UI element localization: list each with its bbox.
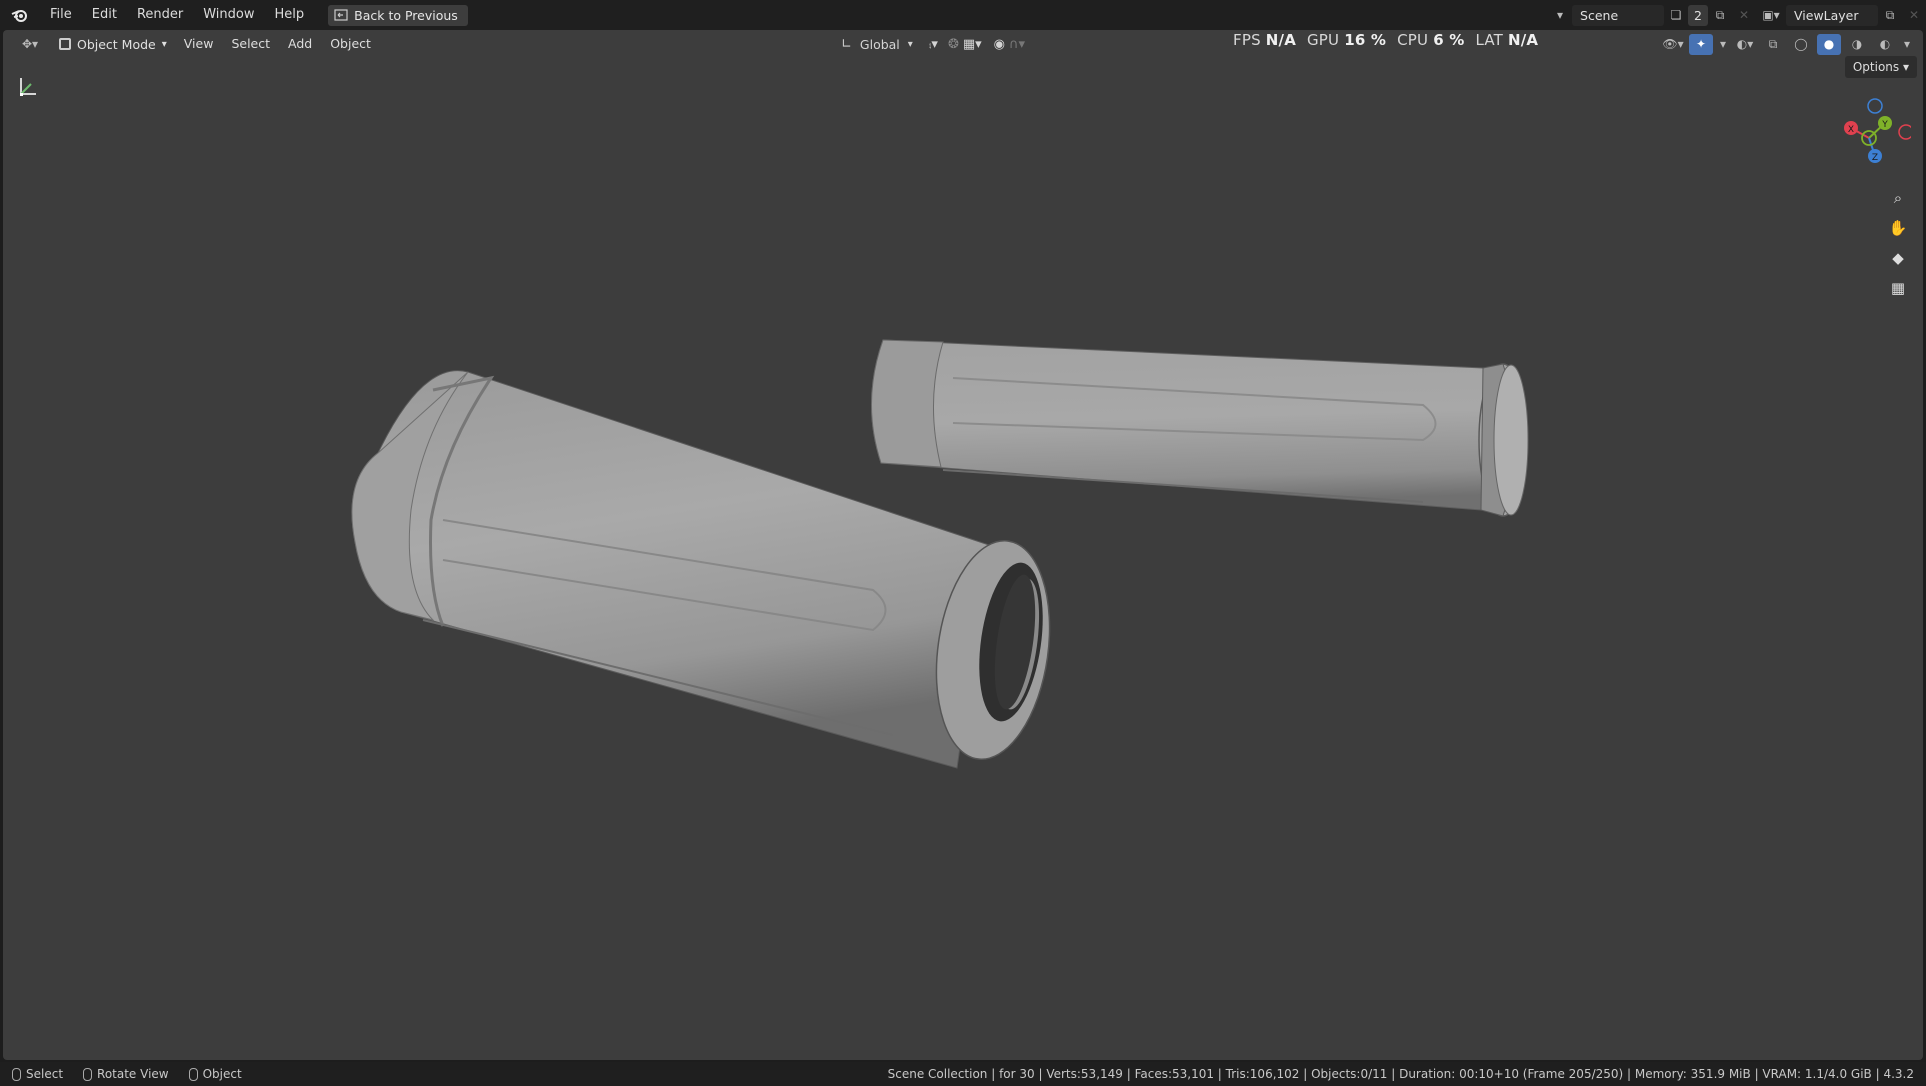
status-object-hint: Object bbox=[177, 1067, 250, 1081]
viewport-scene bbox=[351, 339, 1529, 769]
mouse-right-icon bbox=[188, 1067, 198, 1081]
workspace-controls: ▾ Scene ❏ 2 ⧉ ✕ ▣▾ ViewLayer ⧉ ✕ bbox=[1548, 0, 1926, 30]
scene-statistics: Scene Collection | for 30 | Verts:53,149… bbox=[887, 1067, 1914, 1081]
material-shading-icon[interactable]: ◑ bbox=[1845, 34, 1869, 55]
pan-hand-icon[interactable]: ✋ bbox=[1885, 215, 1911, 241]
options-label: Options bbox=[1852, 60, 1900, 74]
viewport-display-tools: 👁▾ ✦ ▾ ◐▾ ⧉ ◯ ● ◑ ◐ ▾ bbox=[1661, 33, 1913, 55]
status-object-label: Object bbox=[202, 1067, 242, 1081]
camera-view-icon[interactable]: ◆ bbox=[1885, 245, 1911, 271]
delete-scene-icon[interactable]: ✕ bbox=[1732, 5, 1756, 26]
status-select-hint: Select bbox=[0, 1067, 71, 1081]
falloff-icon[interactable]: ∩▾ bbox=[1009, 37, 1025, 52]
tube-mesh-right[interactable] bbox=[871, 339, 1529, 517]
fps-label: FPS bbox=[1233, 31, 1261, 49]
view-layer-field[interactable]: ViewLayer bbox=[1786, 4, 1878, 26]
rendered-shading-icon[interactable]: ◐ bbox=[1873, 34, 1897, 55]
menu-edit[interactable]: Edit bbox=[82, 0, 127, 30]
proportional-edit-icon[interactable]: ◉ bbox=[994, 37, 1005, 52]
3d-viewport[interactable]: ✥▾ Object Mode ▾ View Select Add Object … bbox=[3, 30, 1923, 1060]
transform-tools: ∟ Global ▾ ⨾▾ ❂ ▦▾ ◉ ∩▾ bbox=[841, 33, 1025, 55]
blender-logo-icon[interactable] bbox=[0, 0, 40, 30]
mode-label: Object Mode bbox=[77, 36, 156, 52]
gizmo-neg-x-handle bbox=[1898, 124, 1914, 140]
lat-label: LAT bbox=[1475, 31, 1504, 49]
scene-name-field[interactable]: Scene bbox=[1572, 4, 1665, 26]
lat-value: N/A bbox=[1507, 31, 1539, 49]
editor-type-icon[interactable]: ✥▾ bbox=[15, 34, 45, 55]
back-to-previous-label: Back to Previous bbox=[354, 7, 458, 23]
xray-icon[interactable]: ⧉ bbox=[1761, 34, 1785, 55]
active-tool-icon[interactable] bbox=[17, 76, 39, 98]
gizmo-neg-z-handle bbox=[1867, 98, 1883, 114]
menu-object[interactable]: Object bbox=[321, 30, 380, 58]
gpu-label: GPU bbox=[1306, 31, 1340, 49]
chevron-down-icon: ▾ bbox=[161, 38, 167, 50]
menu-view[interactable]: View bbox=[175, 30, 223, 58]
transform-orientation-icon: ∟ bbox=[841, 36, 852, 52]
pin-icon[interactable]: ❏ bbox=[1664, 5, 1688, 26]
scene-users-count: 2 bbox=[1688, 4, 1708, 26]
menu-render[interactable]: Render bbox=[127, 0, 193, 30]
orientation-label[interactable]: Global bbox=[856, 37, 904, 52]
status-rotate-label: Rotate View bbox=[97, 1067, 169, 1081]
options-dropdown[interactable]: Options ▾ bbox=[1844, 56, 1917, 78]
cpu-label: CPU bbox=[1397, 31, 1429, 49]
new-view-layer-icon[interactable]: ⧉ bbox=[1878, 5, 1902, 26]
menu-file[interactable]: File bbox=[40, 0, 82, 30]
scene-selector-icon[interactable]: ▾ bbox=[1548, 5, 1572, 26]
menu-add[interactable]: Add bbox=[279, 30, 321, 58]
overlays-icon[interactable]: ◐▾ bbox=[1733, 34, 1757, 55]
menu-help[interactable]: Help bbox=[265, 0, 315, 30]
back-to-previous-button[interactable]: Back to Previous bbox=[328, 4, 468, 26]
wireframe-shading-icon[interactable]: ◯ bbox=[1789, 34, 1813, 55]
menu-select[interactable]: Select bbox=[222, 30, 279, 58]
gpu-value: 16 % bbox=[1344, 31, 1387, 49]
navigation-gizmo[interactable]: X Y Z bbox=[1835, 86, 1914, 176]
menu-window[interactable]: Window bbox=[193, 0, 264, 30]
pivot-icon[interactable]: ⨾▾ bbox=[929, 37, 938, 52]
orientation-chevron-icon[interactable]: ▾ bbox=[908, 39, 913, 50]
performance-overlay: FPS N/A GPU 16 % CPU 6 % LAT N/A bbox=[1233, 30, 1538, 58]
mode-selector[interactable]: Object Mode ▾ bbox=[51, 33, 175, 55]
gizmo-z-label: Z bbox=[1872, 153, 1878, 163]
perspective-toggle-icon[interactable]: ▦ bbox=[1885, 275, 1911, 301]
view-layer-name: ViewLayer bbox=[1794, 7, 1859, 23]
object-mode-icon bbox=[59, 38, 71, 50]
cpu-value: 6 % bbox=[1433, 31, 1465, 49]
delete-view-layer-icon[interactable]: ✕ bbox=[1902, 5, 1926, 26]
snap-icon[interactable]: ❂ bbox=[948, 37, 959, 52]
scene-name: Scene bbox=[1580, 7, 1619, 23]
gizmo-x-label: X bbox=[1848, 125, 1854, 135]
fps-value: N/A bbox=[1265, 31, 1297, 49]
visibility-icon[interactable]: 👁▾ bbox=[1661, 34, 1685, 55]
view-layer-selector-icon[interactable]: ▣▾ bbox=[1756, 5, 1786, 26]
new-scene-icon[interactable]: ⧉ bbox=[1708, 5, 1732, 26]
solid-shading-icon[interactable]: ● bbox=[1817, 33, 1841, 55]
status-bar: Select Rotate View Object Scene Collecti… bbox=[0, 1062, 1926, 1086]
gizmo-toggle-icon[interactable]: ✦ bbox=[1689, 33, 1713, 55]
shading-menu-icon[interactable]: ▾ bbox=[1901, 34, 1913, 55]
status-rotate-hint: Rotate View bbox=[71, 1067, 177, 1081]
back-icon bbox=[334, 9, 348, 21]
gizmo-menu-icon[interactable]: ▾ bbox=[1717, 34, 1729, 55]
status-select-label: Select bbox=[26, 1067, 64, 1081]
zoom-icon[interactable]: ⌕ bbox=[1885, 185, 1911, 211]
top-menu-bar: File Edit Render Window Help Back to Pre… bbox=[0, 0, 1926, 30]
snap-grid-icon[interactable]: ▦▾ bbox=[963, 37, 982, 52]
viewport-header: ✥▾ Object Mode ▾ View Select Add Object … bbox=[3, 30, 1923, 58]
gizmo-y-label: Y bbox=[1881, 120, 1888, 130]
mouse-middle-icon bbox=[83, 1067, 93, 1081]
mouse-left-icon bbox=[12, 1067, 21, 1081]
